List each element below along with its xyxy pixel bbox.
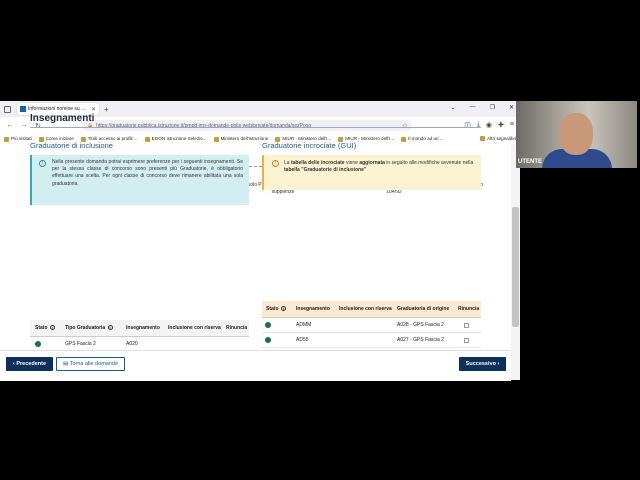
webcam-video: UTENTE (516, 101, 637, 168)
favicon-icon (20, 106, 26, 112)
cell-insegnamento: A020 (126, 341, 138, 347)
footer-bar: ‹ Precedente ▤ Torna alle domande Succes… (0, 350, 511, 381)
bookmark-icon (401, 136, 407, 142)
chevron-right-icon: › (495, 361, 500, 367)
tab-list-icon[interactable] (4, 105, 11, 113)
col-riserva: Inclusione con riserva (168, 325, 221, 331)
close-window-icon[interactable]: ✕ (509, 104, 514, 111)
bookmark-item[interactable]: Più visitati (4, 136, 32, 142)
tab-title: Informazioni nomine su ... (28, 106, 86, 112)
info-text: Nella presente domanda potrai esprimere … (52, 159, 243, 187)
inclusion-table: Stato i Tipo Graduatoria i Insegnamento … (30, 320, 249, 352)
scrollbar[interactable] (511, 144, 520, 380)
cell-insegnamento: AD55 (296, 337, 309, 343)
maximize-icon[interactable]: ❐ (490, 104, 495, 111)
bookmark-item[interactable]: EGON Istruzione Selezio... (144, 136, 207, 142)
col-insegnamento: Insegnamento (126, 325, 160, 331)
address-bar[interactable]: 🔒 https://graduatorie.pubblica.istruzion… (82, 120, 412, 131)
forward-arrow-icon[interactable]: → (20, 122, 28, 129)
extensions-icon[interactable]: ✚ (498, 121, 504, 129)
col-stato[interactable]: Stato i (266, 306, 286, 312)
info-icon: i (39, 160, 46, 167)
back-to-applications-button[interactable]: ▤ Torna alle domande (56, 357, 125, 371)
cell-origine: A028 - GPS Fascia 2 (397, 322, 444, 328)
bookmark-star-icon[interactable]: ☆ (402, 122, 408, 130)
rinuncia-checkbox[interactable] (464, 337, 469, 343)
col-stato[interactable]: Stato i (35, 325, 55, 331)
info-icon: i (107, 325, 113, 331)
rinuncia-checkbox[interactable] (464, 322, 469, 328)
info-icon: i (49, 325, 55, 331)
bookmark-item[interactable]: Ministero dell'Istruzione (213, 136, 268, 142)
warning-bold-1: tabella delle incrociate (290, 160, 345, 166)
table-row[interactable]: ADMM A028 - GPS Fascia 2 (262, 318, 481, 333)
back-arrow-icon[interactable]: ← (6, 122, 14, 129)
page-title: Insegnamenti (30, 113, 95, 124)
gear-icon (4, 136, 9, 142)
next-button[interactable]: Successivo › (459, 357, 506, 371)
table-header: Stato i Insegnamento Inclusione con rise… (262, 301, 481, 318)
folder-icon (480, 136, 486, 142)
menu-icon[interactable]: ≡ (510, 121, 514, 129)
warning-bold-3: tabella "Graduatorie di inclusione" (284, 167, 367, 173)
scrollbar-thumb[interactable] (512, 207, 519, 327)
bookmark-icon (213, 136, 219, 142)
info-icon: i (280, 306, 286, 312)
previous-button[interactable]: ‹ Precedente (6, 357, 53, 371)
status-dot-icon (35, 341, 41, 347)
status-dot-icon (265, 322, 271, 328)
account-icon[interactable]: ◉ (486, 121, 492, 129)
chevron-down-icon[interactable]: ⌄ (451, 104, 456, 111)
col-rinuncia: Rinuncia (226, 325, 248, 331)
info-alert: i Nella presente domanda potrai esprimer… (30, 155, 249, 205)
col-insegnamento: Insegnamento (296, 306, 330, 312)
col-origine: Graduatoria di origine (397, 306, 450, 312)
col-riserva: Inclusione con riserva (339, 306, 392, 312)
document-icon: ▤ (62, 361, 70, 367)
new-tab-icon[interactable]: + (104, 105, 109, 114)
cell-origine: A027 - GPS Fascia 2 (397, 337, 444, 343)
title-divider (30, 127, 481, 128)
warning-bold-2: aggiornata (359, 160, 385, 166)
bookmark-item[interactable]: Il mondo ad un ... (401, 136, 444, 142)
other-bookmarks[interactable]: Altri segnalibri (480, 136, 516, 142)
crossed-table: Stato i Insegnamento Inclusione con rise… (262, 301, 481, 348)
participant-name: UTENTE (518, 159, 542, 165)
table-header: Stato i Tipo Graduatoria i Insegnamento … (30, 320, 249, 337)
cell-tipo: GPS Fascia 2 (65, 341, 96, 347)
inclusion-title: Graduatorie di inclusione (30, 141, 113, 150)
warning-icon: ! (272, 160, 279, 167)
col-rinuncia: Rinuncia (458, 306, 480, 312)
table-row[interactable]: AD55 A027 - GPS Fascia 2 (262, 333, 481, 348)
bookmark-icon (144, 136, 150, 142)
col-tipo[interactable]: Tipo Graduatoria i (65, 325, 113, 331)
minimize-icon[interactable]: — (470, 104, 476, 111)
status-dot-icon (265, 337, 271, 343)
warning-alert: ! La tabella delle incrociate viene aggi… (262, 155, 481, 190)
close-tab-icon[interactable]: ✕ (91, 106, 96, 113)
crossed-title: Graduatorie incrociate (GUI) (262, 141, 357, 150)
cell-insegnamento: ADMM (296, 322, 312, 328)
